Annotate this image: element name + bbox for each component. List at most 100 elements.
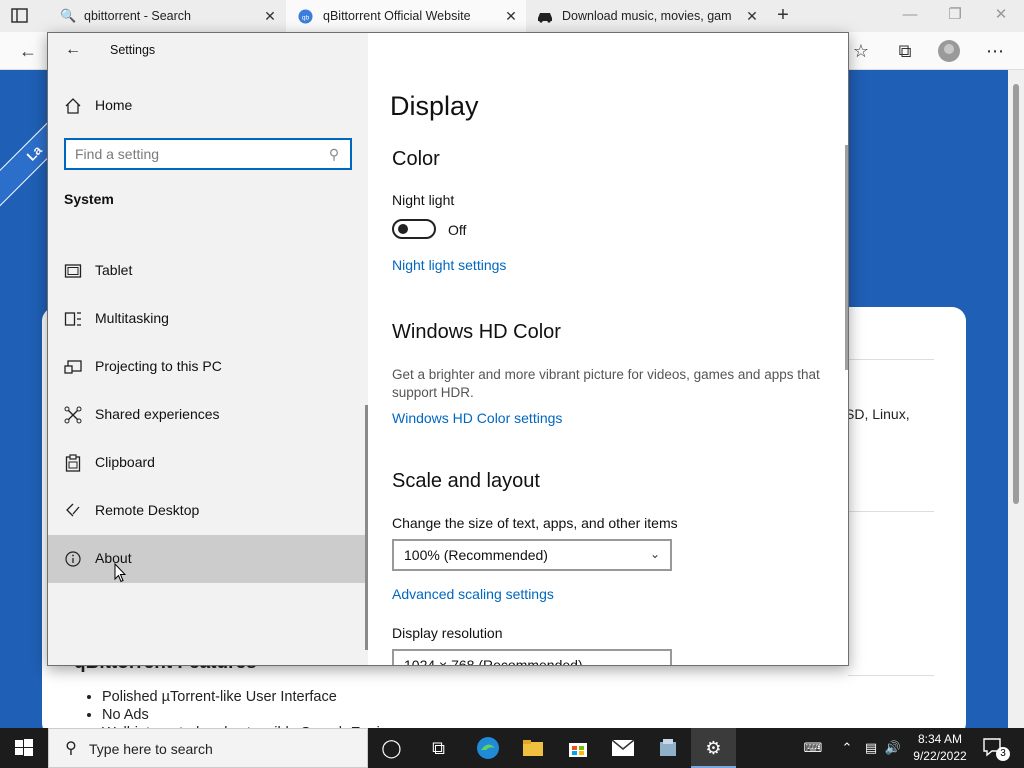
dropdown-value: 1024 × 768 (Recommended) — [404, 657, 583, 665]
multitasking-icon — [64, 312, 81, 326]
tab-title: qbittorrent - Search — [84, 9, 191, 23]
cortana-icon[interactable]: ◯ — [369, 728, 414, 768]
hd-color-settings-link[interactable]: Windows HD Color settings — [392, 410, 562, 426]
mail-icon[interactable] — [600, 728, 645, 768]
dropdown-value: 100% (Recommended) — [404, 547, 548, 563]
display-scrollbar[interactable] — [845, 145, 848, 370]
nav-item-projecting[interactable]: Projecting to this PC — [48, 343, 368, 391]
edge-icon[interactable] — [465, 728, 510, 768]
close-icon[interactable]: ✕ — [263, 8, 277, 24]
settings-taskbar-icon[interactable]: ⚙ — [691, 728, 736, 768]
remote-desktop-icon — [66, 503, 80, 517]
nav-item-shared-experiences[interactable]: Shared experiences — [48, 391, 368, 439]
tab-title: Download music, movies, games — [562, 9, 732, 23]
section-title: System — [64, 191, 114, 207]
browser-tab-strip: 🔍 qbittorrent - Search ✕ qb qBittorrent … — [0, 0, 1024, 32]
resolution-dropdown[interactable]: 1024 × 768 (Recommended) ⌄ — [392, 649, 672, 665]
task-view-icon[interactable]: ⧉ — [416, 728, 461, 768]
taskbar: ⚲ Type here to search ◯ ⧉ ⚙ ⌨ ⌃ ▤ 🔊 8:34… — [0, 728, 1024, 768]
nav-item-label: Shared experiences — [95, 406, 220, 422]
scale-dropdown[interactable]: 100% (Recommended) ⌄ — [392, 539, 672, 571]
home-icon — [65, 98, 81, 114]
store-icon[interactable] — [555, 728, 600, 768]
close-icon[interactable]: ✕ — [504, 8, 518, 24]
nav-home-label: Home — [95, 97, 133, 113]
chevron-up-icon[interactable]: ⌃ — [838, 740, 856, 756]
display-panel: Display Color Night light Off Night ligh… — [368, 33, 848, 665]
resolution-label: Display resolution — [392, 625, 503, 641]
collections-icon[interactable]: ⧉ — [892, 38, 918, 64]
list-item: Polished µTorrent-like User Interface — [102, 688, 396, 706]
shared-experiences-icon — [64, 406, 82, 424]
nav-item-about[interactable]: About — [48, 535, 368, 583]
nav-item-label: Projecting to this PC — [95, 358, 222, 374]
close-icon[interactable]: ✕ — [745, 8, 759, 24]
search-input[interactable] — [75, 145, 315, 163]
search-icon: ⚲ — [65, 740, 77, 757]
car-favicon-icon — [538, 13, 552, 23]
tab-actions-icon[interactable] — [10, 7, 30, 25]
store-bag-icon — [569, 743, 587, 757]
night-light-toggle[interactable] — [392, 219, 436, 239]
volume-icon[interactable]: 🔊 — [884, 740, 902, 756]
minimize-icon[interactable]: — — [895, 4, 925, 26]
chevron-down-icon: ⌄ — [649, 547, 661, 561]
search-icon[interactable]: ⚲ — [326, 145, 342, 163]
nav-item-tablet[interactable]: Tablet — [48, 247, 368, 295]
file-explorer-icon[interactable] — [510, 728, 555, 768]
page-scrollbar[interactable] — [1008, 70, 1024, 728]
color-heading: Color — [392, 148, 440, 170]
find-setting-search[interactable]: ⚲ — [64, 138, 352, 170]
app-package-icon[interactable] — [645, 728, 690, 768]
notification-badge: 3 — [996, 747, 1010, 761]
nav-item-label: Multitasking — [95, 310, 169, 326]
mouse-cursor-icon — [114, 563, 126, 583]
projecting-icon — [64, 360, 82, 374]
divider — [848, 359, 934, 360]
network-icon[interactable]: ▤ — [862, 740, 880, 756]
notification-center[interactable]: 3 — [982, 737, 1010, 761]
clipboard-icon — [65, 454, 81, 472]
taskbar-search[interactable]: ⚲ Type here to search — [48, 728, 368, 768]
search-icon: 🔍 — [60, 8, 77, 23]
tablet-icon — [64, 264, 82, 278]
nav-item-clipboard[interactable]: Clipboard — [48, 439, 368, 487]
settings-window: ← Settings Home ⚲ System Tablet Multitas… — [47, 32, 849, 666]
advanced-scaling-link[interactable]: Advanced scaling settings — [392, 586, 554, 602]
tab-title: qBittorrent Official Website — [323, 9, 471, 23]
restore-icon[interactable]: ❐ — [940, 4, 970, 26]
nav-item-label: Remote Desktop — [95, 502, 200, 518]
windows-start-icon[interactable] — [0, 728, 48, 768]
envelope-icon — [611, 739, 635, 756]
close-window-icon[interactable]: ✕ — [986, 4, 1016, 26]
back-icon[interactable]: ← — [15, 38, 41, 64]
nav-home[interactable]: Home — [48, 91, 368, 121]
hd-color-description: Get a brighter and more vibrant picture … — [392, 367, 820, 400]
more-menu-icon[interactable]: ⋯ — [982, 38, 1008, 64]
back-arrow-icon[interactable]: ← — [62, 39, 84, 61]
night-light-settings-link[interactable]: Night light settings — [392, 257, 506, 273]
hd-color-heading: Windows HD Color — [392, 321, 561, 343]
tab-download[interactable]: Download music, movies, games ✕ — [527, 0, 767, 32]
scale-layout-heading: Scale and layout — [392, 470, 540, 492]
tab-qbittorrent-official[interactable]: qb qBittorrent Official Website ✕ — [286, 0, 526, 32]
scale-label: Change the size of text, apps, and other… — [392, 515, 678, 531]
divider — [848, 675, 934, 676]
tab-qbittorrent-search[interactable]: 🔍 qbittorrent - Search ✕ — [48, 0, 285, 32]
scrollbar-thumb[interactable] — [1013, 84, 1019, 504]
keyboard-icon[interactable]: ⌨ — [802, 740, 824, 756]
svg-text:qb: qb — [302, 14, 310, 21]
toggle-knob — [398, 224, 408, 234]
nav-item-multitasking[interactable]: Multitasking — [48, 295, 368, 343]
favorites-star-icon[interactable]: ☆ — [848, 38, 874, 64]
nav-item-label: Clipboard — [95, 454, 155, 470]
clock-time: 8:34 AM — [917, 732, 963, 746]
profile-avatar[interactable] — [938, 40, 960, 62]
clock[interactable]: 8:34 AM 9/22/2022 — [906, 731, 974, 765]
night-light-state: Off — [448, 222, 467, 238]
page-title: Display — [390, 91, 479, 121]
list-item: No Ads — [102, 706, 396, 724]
new-tab-button[interactable]: + — [772, 5, 794, 27]
qbittorrent-favicon-icon: qb — [298, 9, 313, 24]
nav-item-remote-desktop[interactable]: Remote Desktop — [48, 487, 368, 535]
